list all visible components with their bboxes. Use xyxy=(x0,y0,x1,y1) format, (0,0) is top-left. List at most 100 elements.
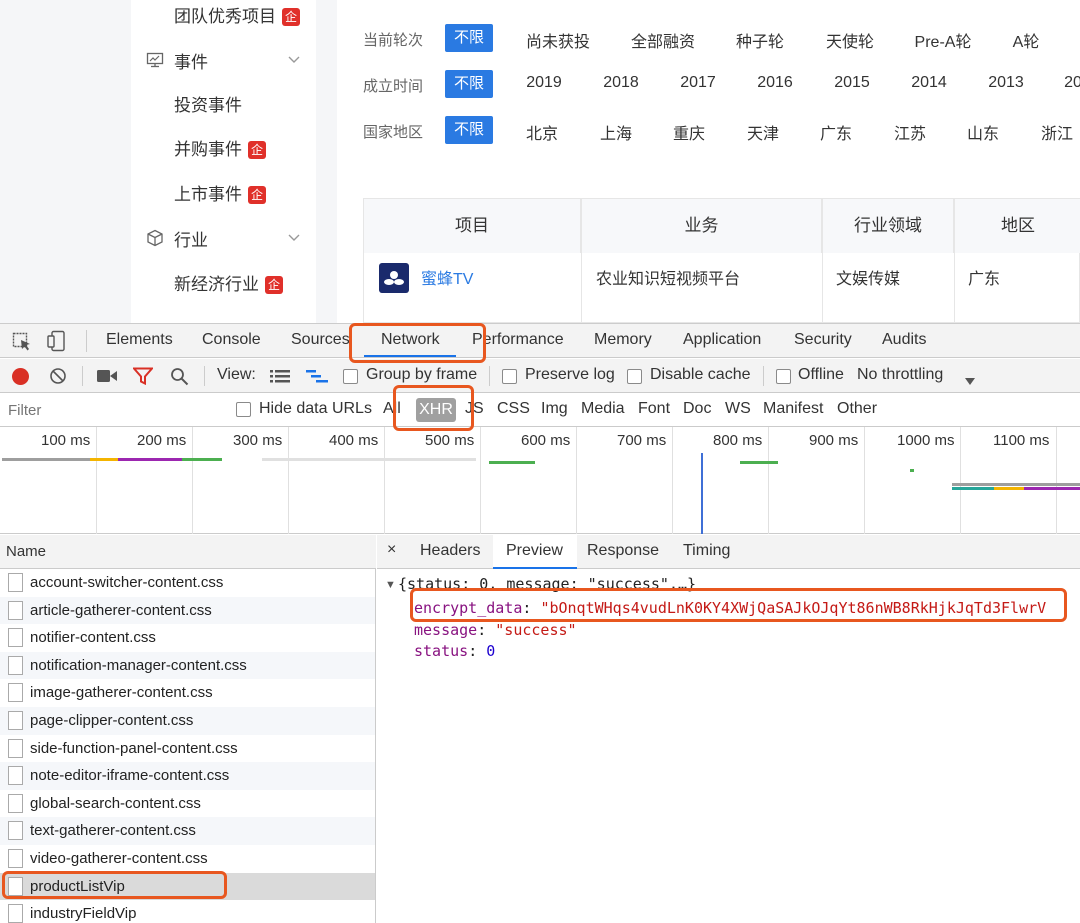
type-filter-img[interactable]: Img xyxy=(541,400,568,418)
close-icon[interactable]: × xyxy=(387,541,396,559)
type-filter-other[interactable]: Other xyxy=(837,400,877,418)
json-field-encrypt-data[interactable]: encrypt_data: "bOnqtWHqs4vudLnK0KY4XWjQa… xyxy=(414,599,1080,617)
offline-checkbox[interactable] xyxy=(776,369,791,384)
filter-option[interactable]: 2017 xyxy=(680,74,716,92)
table-header-business[interactable]: 业务 xyxy=(582,199,822,253)
table-header-project[interactable]: 项目 xyxy=(364,199,581,253)
request-row[interactable]: side-function-panel-content.css xyxy=(0,735,375,763)
type-filter-css[interactable]: CSS xyxy=(497,400,530,418)
tab-security[interactable]: Security xyxy=(794,331,852,349)
timeline-overview[interactable]: 100 ms 200 ms 300 ms 400 ms 500 ms 600 m… xyxy=(0,427,1080,534)
filter-input[interactable] xyxy=(0,396,220,424)
preserve-log-checkbox[interactable] xyxy=(502,369,517,384)
tab-network[interactable]: Network xyxy=(381,331,440,349)
name-column-header[interactable]: Name xyxy=(6,543,46,560)
expand-triangle-icon[interactable]: ▼ xyxy=(385,579,396,591)
project-link[interactable]: 蜜蜂TV xyxy=(421,265,473,289)
filter-option[interactable]: 2018 xyxy=(603,74,639,92)
sidebar-item-mna-events[interactable]: 并购事件企 xyxy=(131,125,316,169)
json-summary[interactable]: {status: 0, message: "success",…} xyxy=(398,575,696,593)
filter-option[interactable]: 山东 xyxy=(967,120,999,144)
filter-option[interactable]: 天使轮 xyxy=(826,28,874,52)
disable-cache-checkbox[interactable] xyxy=(627,369,642,384)
filter-option[interactable]: 尚未获投 xyxy=(526,28,590,52)
request-row[interactable]: page-clipper-content.css xyxy=(0,707,375,735)
filter-option[interactable]: 2013 xyxy=(988,74,1024,92)
chevron-down-icon[interactable] xyxy=(287,230,301,246)
video-camera-icon[interactable] xyxy=(97,369,117,388)
sidebar-item-new-economy[interactable]: 新经济行业企 xyxy=(131,260,316,304)
table-header-region[interactable]: 地区 xyxy=(955,199,1080,253)
filter-option[interactable]: A轮 xyxy=(1013,28,1040,52)
request-row[interactable]: note-editor-iframe-content.css xyxy=(0,762,375,790)
dropdown-arrow-icon[interactable] xyxy=(965,373,975,391)
filter-option[interactable]: 上海 xyxy=(600,120,632,144)
filter-option[interactable]: 广东 xyxy=(820,120,852,144)
sidebar-category-events[interactable]: 事件 xyxy=(131,38,316,82)
device-toolbar-icon[interactable] xyxy=(46,330,68,357)
json-field-message[interactable]: message: "success" xyxy=(414,621,577,639)
large-rows-icon[interactable] xyxy=(270,369,290,389)
filter-option[interactable]: 全部融资 xyxy=(631,28,695,52)
filter-option[interactable]: 北京 xyxy=(526,120,558,144)
group-by-frame-checkbox[interactable] xyxy=(343,369,358,384)
search-icon[interactable] xyxy=(170,367,189,391)
request-row[interactable]: image-gatherer-content.css xyxy=(0,679,375,707)
sidebar-item-ipo-events[interactable]: 上市事件企 xyxy=(131,170,316,214)
tab-memory[interactable]: Memory xyxy=(594,331,652,349)
type-filter-doc[interactable]: Doc xyxy=(683,400,711,418)
type-filter-manifest[interactable]: Manifest xyxy=(763,400,823,418)
request-row[interactable]: article-gatherer-content.css xyxy=(0,596,375,625)
request-row[interactable]: text-gatherer-content.css xyxy=(0,817,375,845)
type-filter-js[interactable]: JS xyxy=(465,400,484,418)
json-field-status[interactable]: status: 0 xyxy=(414,642,495,660)
type-filter-xhr[interactable]: XHR xyxy=(416,398,456,422)
filter-option[interactable]: 天津 xyxy=(747,120,779,144)
type-filter-all[interactable]: All xyxy=(383,400,401,418)
filter-region-any[interactable]: 不限 xyxy=(445,116,493,144)
tab-timing[interactable]: Timing xyxy=(683,542,730,560)
type-filter-ws[interactable]: WS xyxy=(725,400,751,418)
filter-option[interactable]: 2014 xyxy=(911,74,947,92)
tab-sources[interactable]: Sources xyxy=(291,331,350,349)
request-row[interactable]: video-gatherer-content.css xyxy=(0,845,375,873)
request-row[interactable]: industryFieldVip xyxy=(0,900,375,923)
filter-option[interactable]: 浙江 xyxy=(1041,120,1073,144)
record-icon[interactable] xyxy=(12,368,29,385)
hide-data-urls-checkbox[interactable] xyxy=(236,402,251,417)
tab-preview[interactable]: Preview xyxy=(506,542,563,560)
sidebar-item-team-projects[interactable]: 团队优秀项目企 xyxy=(131,0,316,36)
throttling-select[interactable]: No throttling xyxy=(857,366,943,384)
tab-headers[interactable]: Headers xyxy=(420,542,480,560)
request-row[interactable]: global-search-content.css xyxy=(0,790,375,818)
filter-option[interactable]: 20 xyxy=(1064,74,1080,92)
tab-response[interactable]: Response xyxy=(587,542,659,560)
type-filter-font[interactable]: Font xyxy=(638,400,670,418)
tab-application[interactable]: Application xyxy=(683,331,761,349)
filter-founded-any[interactable]: 不限 xyxy=(445,70,493,98)
chevron-down-icon[interactable] xyxy=(287,52,301,68)
tab-performance[interactable]: Performance xyxy=(472,331,564,349)
clear-icon[interactable] xyxy=(49,367,67,390)
filter-option[interactable]: 2016 xyxy=(757,74,793,92)
sidebar-item-investment-events[interactable]: 投资事件 xyxy=(131,81,316,125)
sidebar-category-industry[interactable]: 行业 xyxy=(131,216,316,260)
inspect-element-icon[interactable] xyxy=(12,332,32,357)
table-header-field[interactable]: 行业领域 xyxy=(823,199,954,253)
filter-option[interactable]: Pre-A轮 xyxy=(915,28,972,52)
filter-round-any[interactable]: 不限 xyxy=(445,24,493,52)
request-row[interactable]: account-switcher-content.css xyxy=(0,569,375,597)
filter-funnel-icon[interactable] xyxy=(131,367,155,390)
filter-option[interactable]: 2019 xyxy=(526,74,562,92)
request-row[interactable]: notifier-content.css xyxy=(0,624,375,652)
filter-option[interactable]: 江苏 xyxy=(894,120,926,144)
request-row[interactable]: productListVip xyxy=(0,872,375,901)
request-row[interactable]: notification-manager-content.css xyxy=(0,651,375,680)
filter-option[interactable]: 2015 xyxy=(834,74,870,92)
tab-audits[interactable]: Audits xyxy=(882,331,926,349)
filter-option[interactable]: 种子轮 xyxy=(736,28,784,52)
type-filter-media[interactable]: Media xyxy=(581,400,625,418)
tab-console[interactable]: Console xyxy=(202,331,261,349)
waterfall-icon[interactable] xyxy=(306,369,328,389)
filter-option[interactable]: 重庆 xyxy=(673,120,705,144)
